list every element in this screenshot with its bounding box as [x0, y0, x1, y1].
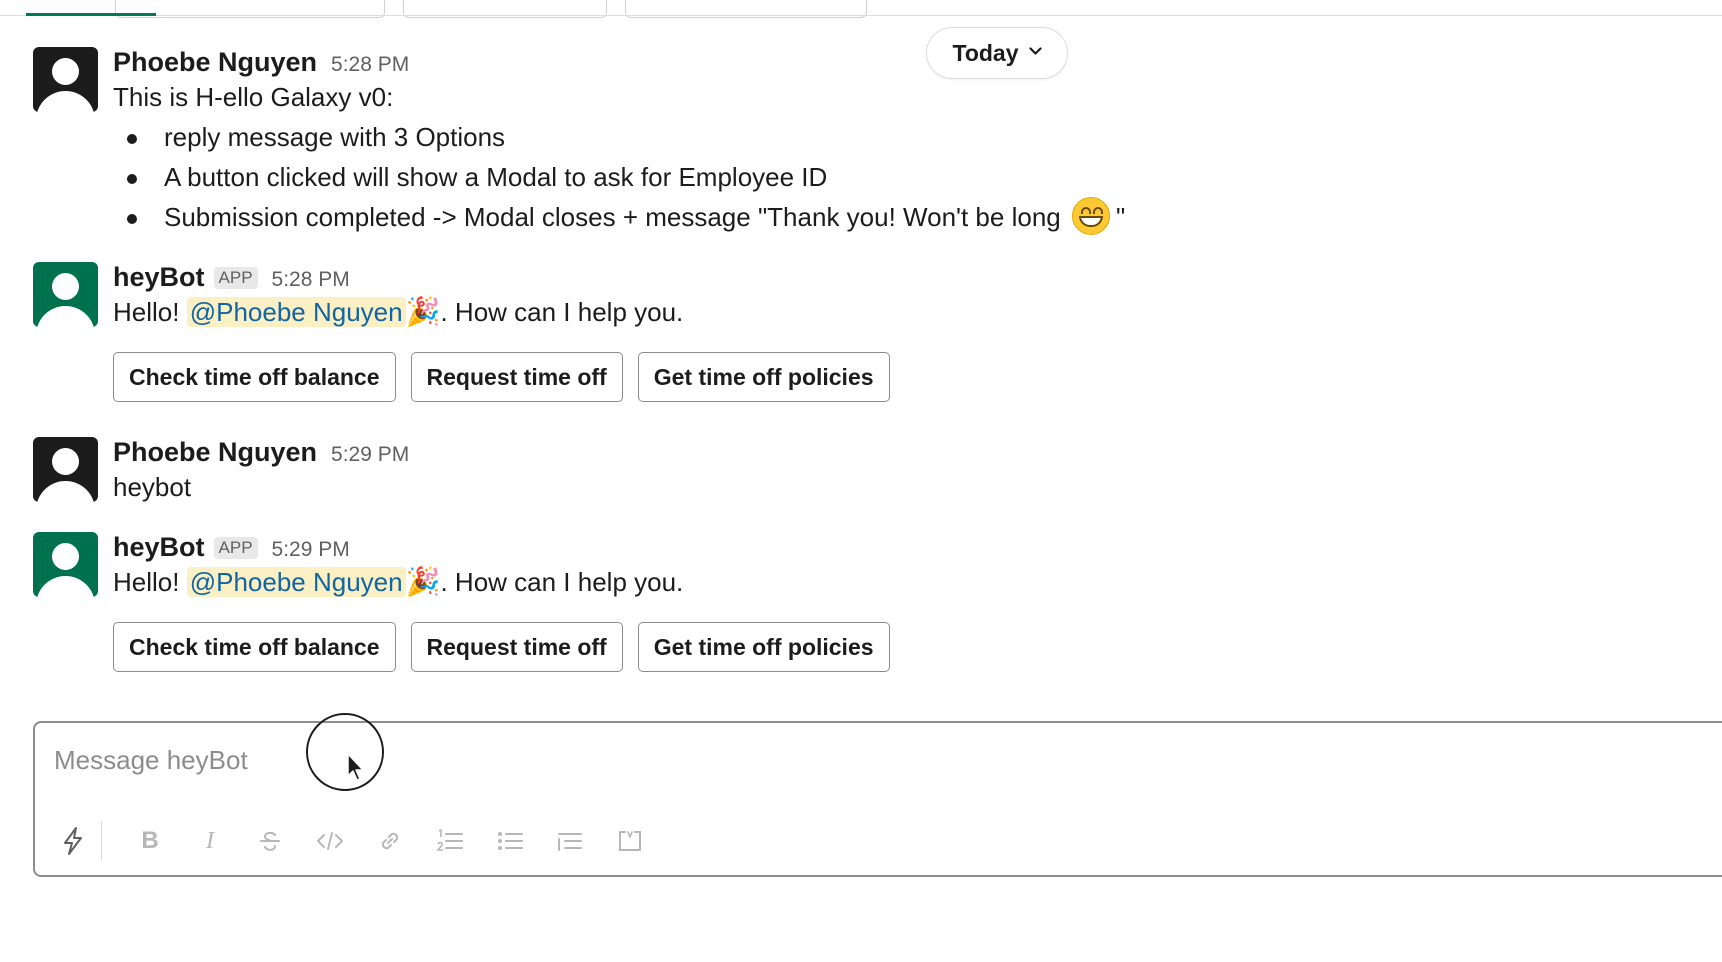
code-icon[interactable] — [300, 823, 360, 859]
avatar[interactable] — [33, 532, 98, 597]
bulleted-list-icon[interactable] — [480, 823, 540, 859]
click-indicator — [306, 713, 384, 791]
message-text: Hello! @Phoebe Nguyen 🎉. How can I help y… — [113, 296, 684, 327]
ordered-list-icon[interactable] — [420, 823, 480, 859]
formatting-toolbar: B I — [55, 821, 660, 861]
grinning-face-icon — [1071, 197, 1110, 236]
message-timestamp[interactable]: 5:28 PM — [331, 53, 409, 77]
message-timestamp[interactable]: 5:28 PM — [272, 268, 350, 292]
action-buttons: Check time off balance Request time off … — [113, 622, 1613, 672]
message-author[interactable]: heyBot — [113, 262, 205, 293]
tab-bar-divider — [0, 15, 1722, 16]
bullet-item: A button clicked will show a Modal to as… — [113, 157, 1613, 197]
message-input[interactable]: Message heyBot — [54, 745, 248, 776]
message-text: This is H-ello Galaxy v0: — [113, 82, 394, 112]
code-block-icon[interactable] — [600, 823, 660, 859]
app-badge: APP — [213, 267, 258, 289]
toolbar-divider — [101, 821, 102, 861]
mouse-cursor-icon — [346, 752, 366, 787]
blockquote-icon[interactable] — [540, 823, 600, 859]
message-composer[interactable]: Message heyBot B I — [33, 721, 1722, 877]
request-time-off-button[interactable]: Request time off — [410, 352, 623, 402]
bullet-item: Submission completed -> Modal closes + m… — [113, 197, 1613, 238]
app-badge: APP — [213, 537, 258, 559]
bullet-item: reply message with 3 Options — [113, 117, 1613, 157]
check-time-off-balance-button[interactable]: Check time off balance — [113, 352, 396, 402]
user-mention[interactable]: @Phoebe Nguyen — [186, 567, 406, 597]
message-author[interactable]: Phoebe Nguyen — [113, 47, 317, 78]
message-author[interactable]: heyBot — [113, 532, 205, 563]
bold-icon[interactable]: B — [120, 823, 180, 859]
strikethrough-icon[interactable] — [240, 823, 300, 859]
message-author[interactable]: Phoebe Nguyen — [113, 437, 317, 468]
message-timestamp[interactable]: 5:29 PM — [331, 443, 409, 467]
party-popper-icon: 🎉 — [405, 296, 441, 327]
avatar[interactable] — [33, 262, 98, 327]
avatar[interactable] — [33, 47, 98, 112]
active-tab-indicator — [26, 13, 156, 16]
message-bullet-list: reply message with 3 Options A button cl… — [113, 117, 1613, 238]
link-icon[interactable] — [360, 823, 420, 859]
action-buttons: Check time off balance Request time off … — [113, 352, 1613, 402]
message-timestamp[interactable]: 5:29 PM — [272, 538, 350, 562]
request-time-off-button[interactable]: Request time off — [410, 622, 623, 672]
check-time-off-balance-button[interactable]: Check time off balance — [113, 622, 396, 672]
party-popper-icon: 🎉 — [405, 566, 441, 597]
user-mention[interactable]: @Phoebe Nguyen — [186, 297, 406, 327]
shortcuts-icon[interactable] — [55, 823, 91, 859]
avatar[interactable] — [33, 437, 98, 502]
get-time-off-policies-button[interactable]: Get time off policies — [637, 622, 890, 672]
italic-icon[interactable]: I — [180, 823, 240, 859]
message-text: Hello! @Phoebe Nguyen 🎉. How can I help y… — [113, 566, 684, 597]
get-time-off-policies-button[interactable]: Get time off policies — [637, 352, 890, 402]
channel-tab-bar — [0, 0, 1722, 18]
message-text: heybot — [113, 472, 192, 502]
